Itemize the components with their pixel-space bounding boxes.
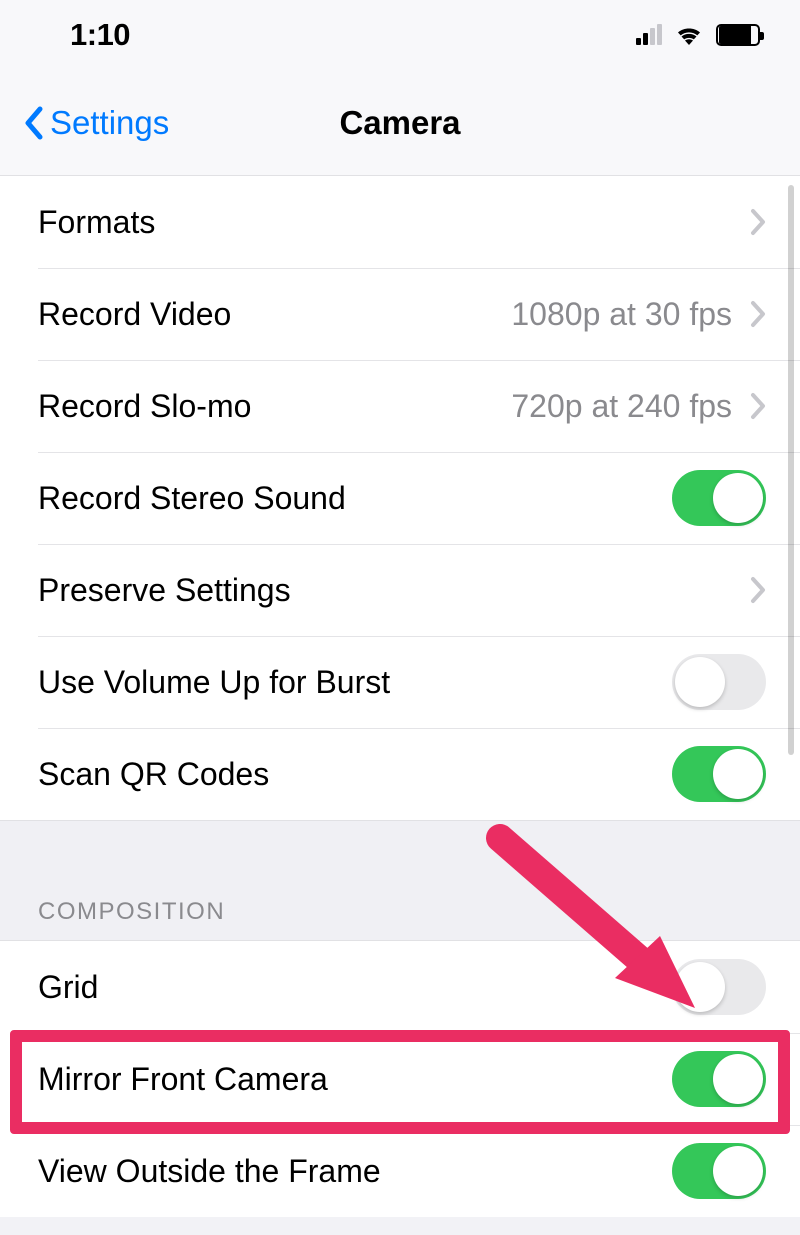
cellular-icon (636, 25, 662, 45)
row-value: 1080p at 30 fps (511, 296, 732, 333)
settings-section-main: Formats Record Video 1080p at 30 fps Rec… (0, 176, 800, 820)
toggle-stereo-sound[interactable] (672, 470, 766, 526)
nav-bar: Settings Camera (0, 70, 800, 176)
battery-icon (716, 24, 760, 46)
chevron-right-icon (750, 300, 766, 328)
row-mirror-front-camera: Mirror Front Camera (0, 1033, 800, 1125)
back-label: Settings (50, 104, 169, 142)
row-label: Record Slo-mo (38, 388, 251, 425)
toggle-view-outside-frame[interactable] (672, 1143, 766, 1199)
settings-section-composition: Grid Mirror Front Camera View Outside th… (0, 940, 800, 1217)
chevron-right-icon (750, 208, 766, 236)
wifi-icon (674, 24, 704, 46)
row-label: Mirror Front Camera (38, 1061, 328, 1098)
back-button[interactable]: Settings (0, 104, 169, 142)
row-label: Formats (38, 204, 155, 241)
row-label: Grid (38, 969, 98, 1006)
row-preserve-settings[interactable]: Preserve Settings (0, 544, 800, 636)
section-header-composition: COMPOSITION (0, 820, 800, 940)
row-volume-burst: Use Volume Up for Burst (0, 636, 800, 728)
row-value: 720p at 240 fps (511, 388, 732, 425)
toggle-mirror-front-camera[interactable] (672, 1051, 766, 1107)
row-formats[interactable]: Formats (0, 176, 800, 268)
row-label: Use Volume Up for Burst (38, 664, 390, 701)
toggle-grid[interactable] (672, 959, 766, 1015)
row-record-video[interactable]: Record Video 1080p at 30 fps (0, 268, 800, 360)
chevron-right-icon (750, 576, 766, 604)
row-label: Preserve Settings (38, 572, 291, 609)
chevron-right-icon (750, 392, 766, 420)
row-label: Record Stereo Sound (38, 480, 346, 517)
chevron-left-icon (22, 105, 44, 141)
row-scan-qr: Scan QR Codes (0, 728, 800, 820)
row-view-outside-frame: View Outside the Frame (0, 1125, 800, 1217)
row-record-slomo[interactable]: Record Slo-mo 720p at 240 fps (0, 360, 800, 452)
row-stereo-sound: Record Stereo Sound (0, 452, 800, 544)
page-title: Camera (339, 104, 460, 142)
row-grid: Grid (0, 941, 800, 1033)
toggle-scan-qr[interactable] (672, 746, 766, 802)
status-icons (636, 24, 760, 46)
row-label: Record Video (38, 296, 231, 333)
status-bar: 1:10 (0, 0, 800, 70)
row-label: Scan QR Codes (38, 756, 269, 793)
row-label: View Outside the Frame (38, 1153, 381, 1190)
toggle-volume-burst[interactable] (672, 654, 766, 710)
scroll-indicator[interactable] (788, 185, 794, 755)
status-time: 1:10 (70, 17, 130, 53)
